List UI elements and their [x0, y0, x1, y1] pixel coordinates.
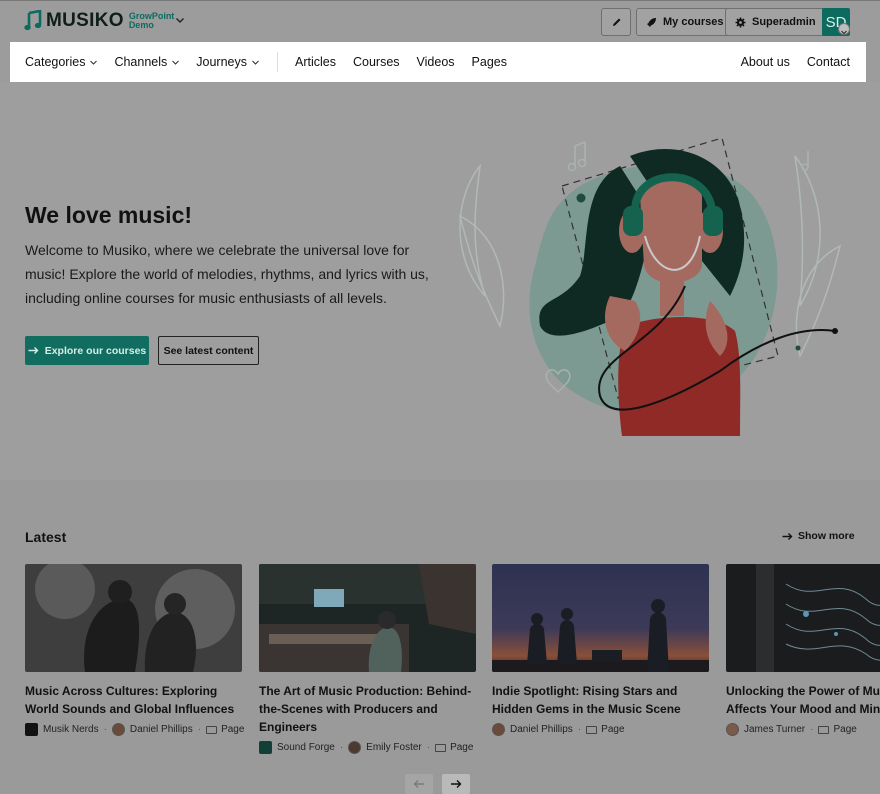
- content-card-clip: Unlocking the Power of Music: How It Aff…: [726, 564, 880, 736]
- hero-title: We love music!: [25, 202, 193, 228]
- content-card[interactable]: The Art of Music Production: Behind-the-…: [259, 564, 476, 754]
- music-note-icon: [24, 10, 42, 31]
- card-meta: Sound Forge · Emily Foster · Page: [259, 741, 476, 754]
- brand-logo[interactable]: MUSIKO GrowPoint Demo: [24, 10, 174, 32]
- channel-logo-icon: [259, 741, 272, 754]
- card-type: Page: [833, 724, 857, 735]
- card-author[interactable]: James Turner: [744, 724, 805, 735]
- hero-text: Welcome to Musiko, where we celebrate th…: [25, 242, 429, 306]
- explore-courses-button[interactable]: Explore our courses: [25, 336, 149, 365]
- channel-logo-icon: [25, 723, 38, 736]
- author-avatar: [726, 723, 739, 736]
- nav-courses[interactable]: Courses: [353, 55, 400, 69]
- main-navigation: Categories Channels Journeys Articles Co…: [10, 42, 866, 82]
- card-image[interactable]: [25, 564, 242, 672]
- superadmin-button[interactable]: Superadmin: [725, 8, 826, 36]
- meta-separator: ·: [810, 724, 814, 735]
- see-latest-content-button[interactable]: See latest content: [158, 336, 259, 365]
- arrow-right-icon: [782, 532, 793, 540]
- meta-separator: ·: [197, 724, 202, 735]
- chevron-down-icon: [90, 60, 98, 65]
- meta-separator: ·: [577, 724, 582, 735]
- card-author[interactable]: Emily Foster: [366, 742, 422, 753]
- chevron-down-icon[interactable]: [175, 15, 185, 25]
- explore-courses-label: Explore our courses: [44, 344, 147, 357]
- superadmin-label: Superadmin: [752, 16, 816, 28]
- page-type-icon: [206, 725, 218, 734]
- card-image[interactable]: [492, 564, 709, 672]
- card-title[interactable]: The Art of Music Production: Behind-the-…: [259, 682, 476, 736]
- nav-journeys-label: Journeys: [196, 55, 248, 69]
- page-type-icon: [435, 743, 447, 752]
- card-meta: James Turner · Page: [726, 723, 880, 736]
- meta-separator: ·: [339, 742, 344, 753]
- nav-divider: [277, 52, 279, 72]
- author-avatar: [348, 741, 362, 754]
- latest-section: Latest Show more Music Across Cultures: …: [0, 480, 880, 794]
- meta-separator: ·: [103, 724, 107, 735]
- content-card[interactable]: Indie Spotlight: Rising Stars and Hidden…: [492, 564, 709, 736]
- meta-separator: ·: [426, 742, 431, 753]
- nav-categories[interactable]: Categories: [25, 55, 98, 69]
- show-more-link[interactable]: Show more: [782, 530, 855, 542]
- nav-channels-label: Channels: [114, 55, 168, 69]
- nav-pages[interactable]: Pages: [472, 55, 507, 69]
- card-title[interactable]: Indie Spotlight: Rising Stars and Hidden…: [492, 682, 709, 718]
- card-photo: [25, 564, 242, 672]
- card-author[interactable]: Daniel Phillips: [510, 724, 573, 735]
- card-channel[interactable]: Musik Nerds: [43, 724, 99, 735]
- card-photo: [492, 564, 709, 672]
- gear-icon: [735, 17, 746, 27]
- brand-name: MUSIKO: [46, 10, 124, 31]
- author-avatar: [111, 723, 125, 736]
- carousel-prev-button[interactable]: [405, 774, 433, 794]
- chevron-down-icon: [252, 60, 259, 65]
- content-card[interactable]: Music Across Cultures: Exploring World S…: [25, 564, 245, 736]
- top-bar: MUSIKO GrowPoint Demo My courses Superad…: [0, 0, 880, 42]
- my-courses-label: My courses: [663, 16, 724, 28]
- nav-journeys[interactable]: Journeys: [196, 55, 260, 69]
- arrow-right-icon: [28, 347, 39, 354]
- arrow-left-icon: [413, 780, 424, 788]
- arrow-right-icon: [451, 780, 462, 788]
- card-author[interactable]: Daniel Phillips: [130, 724, 193, 735]
- brand-subtitle: GrowPoint Demo: [129, 12, 175, 30]
- hero-section: We love music! Welcome to Musiko, where …: [0, 82, 880, 480]
- nav-categories-label: Categories: [25, 55, 86, 69]
- page-type-icon: [818, 725, 830, 734]
- edit-button[interactable]: [601, 8, 631, 36]
- nav-about-us[interactable]: About us: [741, 55, 790, 69]
- author-avatar: [492, 723, 505, 736]
- nav-articles[interactable]: Articles: [295, 55, 336, 69]
- card-title[interactable]: Unlocking the Power of Music: How It Aff…: [726, 682, 880, 718]
- pencil-icon: [612, 18, 620, 26]
- my-courses-button[interactable]: My courses: [636, 8, 734, 36]
- latest-title: Latest: [25, 529, 67, 545]
- brand-sub-line2: Demo: [128, 20, 154, 30]
- card-image[interactable]: [259, 564, 476, 672]
- card-type: Page: [601, 724, 625, 735]
- nav-contact[interactable]: Contact: [807, 55, 850, 69]
- card-meta: Daniel Phillips · Page: [492, 723, 709, 736]
- show-more-label: Show more: [798, 530, 855, 542]
- nav-videos[interactable]: Videos: [417, 55, 455, 69]
- chevron-down-icon: [172, 60, 180, 65]
- card-channel[interactable]: Sound Forge: [277, 742, 335, 753]
- chevron-down-icon: [841, 30, 847, 35]
- card-type: Page: [450, 742, 474, 753]
- card-meta: Musik Nerds · Daniel Phillips · Page: [25, 723, 245, 736]
- card-photo: [726, 564, 880, 672]
- content-card[interactable]: Unlocking the Power of Music: How It Aff…: [726, 564, 880, 736]
- card-title[interactable]: Music Across Cultures: Exploring World S…: [25, 682, 242, 718]
- carousel-next-button[interactable]: [442, 774, 470, 794]
- card-image[interactable]: [726, 564, 880, 672]
- card-type: Page: [221, 724, 245, 735]
- avatar-menu-toggle[interactable]: [838, 23, 850, 35]
- nav-channels[interactable]: Channels: [114, 55, 180, 69]
- rocket-icon: [647, 17, 656, 27]
- card-photo: [259, 564, 476, 672]
- hero-illustration: [458, 137, 842, 436]
- page-type-icon: [586, 725, 598, 734]
